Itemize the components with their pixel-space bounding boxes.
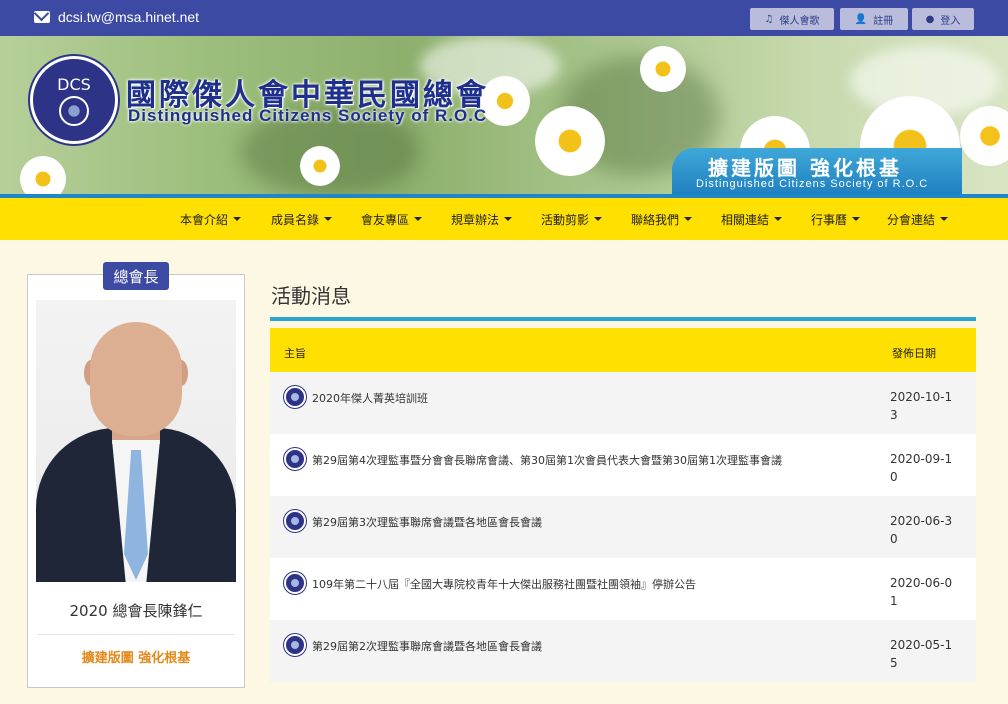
table-row[interactable]: 2020年傑人菁英培訓班 2020-10-13 <box>270 372 976 434</box>
card-divider <box>37 634 235 635</box>
news-subject-link[interactable]: 2020年傑人菁英培訓班 <box>312 388 872 410</box>
top-bar: dcsi.tw@msa.hinet.net ♫ 傑人會歌 👤 註冊 ● 登入 <box>0 0 1008 36</box>
nav-regulations[interactable]: 規章辦法 <box>451 198 513 240</box>
org-name-en: Distinguished Citizens Society of R.O.C <box>128 106 488 125</box>
news-date: 2020-06-30 <box>890 514 953 546</box>
table-row[interactable]: 第29屆第4次理監事暨分會會長聯席會議、第30屆第1次會員代表大會暨第30屆第1… <box>270 434 976 496</box>
nav-contact[interactable]: 聯絡我們 <box>631 198 693 240</box>
table-header: 主旨 發佈日期 <box>270 328 976 372</box>
main-nav: 本會介紹 成員名錄 會友專區 規章辦法 活動剪影 聯絡我們 相關連結 行事曆 分… <box>0 198 1008 240</box>
nav-label: 行事曆 <box>811 212 848 227</box>
user-add-icon: 👤 <box>854 13 868 25</box>
nav-label: 規章辦法 <box>451 212 500 227</box>
news-subject-link[interactable]: 第29屆第4次理監事暨分會會長聯席會議、第30屆第1次會員代表大會暨第30屆第1… <box>312 450 872 472</box>
nav-label: 分會連結 <box>887 212 936 227</box>
news-subject-link[interactable]: 第29屆第2次理監事聯席會議暨各地區會長會議 <box>312 636 872 658</box>
dcs-badge-icon <box>284 448 306 470</box>
table-row[interactable]: 109年第二十八屆『全國大專院校青年十大傑出服務社團暨社團領袖』停辦公告 202… <box>270 558 976 620</box>
caret-down-icon <box>324 217 333 221</box>
caret-down-icon <box>504 217 513 221</box>
nav-label: 成員名錄 <box>271 212 320 227</box>
caret-down-icon <box>940 217 949 221</box>
news-subject-link[interactable]: 109年第二十八屆『全國大專院校青年十大傑出服務社團暨社團領袖』停辦公告 <box>312 574 872 596</box>
president-name: 2020 總會長陳鋒仁 <box>69 602 203 620</box>
news-table: 主旨 發佈日期 2020年傑人菁英培訓班 2020-10-13 第29屆第4次理… <box>270 328 976 682</box>
president-badge: 總會長 <box>103 262 169 290</box>
photo-head <box>90 322 182 436</box>
nav-members[interactable]: 成員名錄 <box>271 198 333 240</box>
nav-label: 聯絡我們 <box>631 212 680 227</box>
caret-down-icon <box>233 217 242 221</box>
music-note-icon: ♫ <box>764 13 774 25</box>
dcs-badge-icon <box>284 386 306 408</box>
nav-label: 活動剪影 <box>541 212 590 227</box>
news-subject-link[interactable]: 第29屆第3次理監事聯席會議暨各地區會長會議 <box>312 512 872 534</box>
daisy-flower <box>535 106 605 176</box>
nav-member-zone[interactable]: 會友專區 <box>361 198 423 240</box>
nav-label: 本會介紹 <box>180 212 229 227</box>
login-button[interactable]: ● 登入 <box>912 8 974 30</box>
nav-calendar[interactable]: 行事曆 <box>811 198 861 240</box>
daisy-flower <box>300 146 340 186</box>
contact-email[interactable]: dcsi.tw@msa.hinet.net <box>34 9 199 25</box>
register-button[interactable]: 👤 註冊 <box>840 8 908 30</box>
news-date: 2020-05-15 <box>890 638 953 670</box>
dcs-badge-icon <box>284 634 306 656</box>
news-date: 2020-09-10 <box>890 452 953 484</box>
table-row[interactable]: 第29屆第2次理監事聯席會議暨各地區會長會議 2020-05-15 <box>270 620 976 682</box>
nav-branches[interactable]: 分會連結 <box>887 198 949 240</box>
dcs-badge-icon <box>284 510 306 532</box>
login-button-label: 登入 <box>940 15 961 27</box>
logo-text: DCS <box>57 74 91 94</box>
envelope-icon <box>34 11 50 23</box>
column-subject: 主旨 <box>284 347 306 360</box>
title-underline <box>270 317 976 321</box>
news-date: 2020-06-01 <box>890 576 953 608</box>
nav-about[interactable]: 本會介紹 <box>180 198 242 240</box>
register-button-label: 註冊 <box>873 15 894 27</box>
caret-down-icon <box>414 217 423 221</box>
president-photo <box>36 300 236 582</box>
email-text: dcsi.tw@msa.hinet.net <box>58 9 200 25</box>
caret-down-icon <box>684 217 693 221</box>
caret-down-icon <box>774 217 783 221</box>
table-row[interactable]: 第29屆第3次理監事聯席會議暨各地區會長會議 2020-06-30 <box>270 496 976 558</box>
anthem-button-label: 傑人會歌 <box>779 15 820 27</box>
caret-down-icon <box>594 217 603 221</box>
banner-slogan-en: Distinguished Citizens Society of R.O.C <box>696 178 929 190</box>
nav-label: 相關連結 <box>721 212 770 227</box>
banner-slogan-cn: 擴建版圖 強化根基 <box>708 156 902 180</box>
caret-down-icon <box>852 217 861 221</box>
president-slogan: 擴建版圖 強化根基 <box>81 651 191 666</box>
user-icon: ● <box>925 13 935 25</box>
nav-links[interactable]: 相關連結 <box>721 198 783 240</box>
news-date: 2020-10-13 <box>890 390 953 422</box>
section-title: 活動消息 <box>271 284 351 308</box>
nav-gallery[interactable]: 活動剪影 <box>541 198 603 240</box>
nav-label: 會友專區 <box>361 212 410 227</box>
dcs-badge-icon <box>284 572 306 594</box>
dcs-logo[interactable]: DCS <box>30 56 118 144</box>
globe-icon <box>59 95 89 126</box>
daisy-flower <box>960 106 1008 166</box>
anthem-button[interactable]: ♫ 傑人會歌 <box>750 8 834 30</box>
column-date: 發佈日期 <box>892 347 936 360</box>
daisy-flower <box>20 156 66 198</box>
daisy-flower <box>640 46 686 92</box>
